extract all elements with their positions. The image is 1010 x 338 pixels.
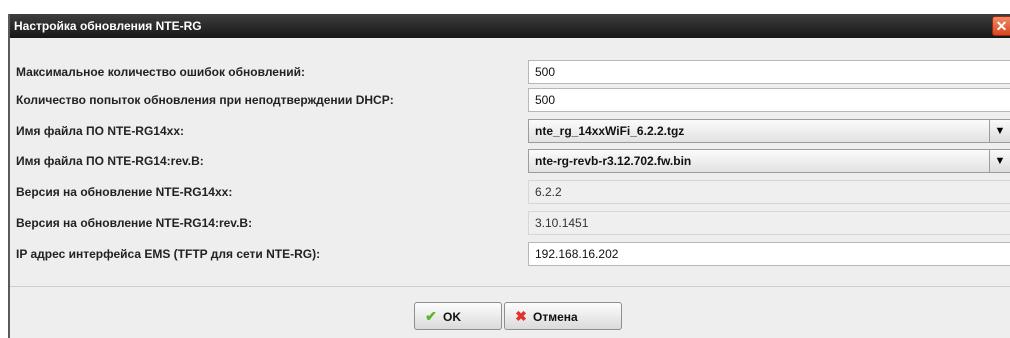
rg14revb-version-label: Версия на обновление NTE-RG14:rev.B:: [16, 216, 253, 230]
rg14xx-file-select[interactable]: nte_rg_14xxWiFi_6.2.2.tgz ▼: [528, 119, 1010, 143]
title-bar[interactable]: Настройка обновления NTE-RG ✕: [10, 14, 1010, 38]
rg14revb-file-label: Имя файла ПО NTE-RG14:rev.B:: [16, 154, 204, 168]
button-separator: [10, 286, 1010, 287]
form-row-rg14xx-file: Имя файла ПО NTE-RG14xx: nte_rg_14xxWiFi…: [10, 117, 1010, 145]
close-icon: ✕: [995, 18, 1008, 34]
cancel-button[interactable]: ✖ Отмена: [504, 302, 622, 330]
rg14revb-file-select[interactable]: nte-rg-revb-r3.12.702.fw.bin ▼: [528, 149, 1010, 173]
rg14xx-file-label: Имя файла ПО NTE-RG14xx:: [16, 124, 184, 138]
rg14revb-file-value: nte-rg-revb-r3.12.702.fw.bin: [535, 154, 692, 168]
form-row-rg14xx-version: Версия на обновление NTE-RG14xx: 6.2.2: [10, 178, 1010, 206]
form-row-rg14revb-version: Версия на обновление NTE-RG14:rev.B: 3.1…: [10, 209, 1010, 237]
chevron-down-icon[interactable]: ▼: [989, 150, 1010, 172]
chevron-down-icon[interactable]: ▼: [989, 120, 1010, 142]
dhcp-attempts-label: Количество попыток обновления при неподт…: [16, 93, 394, 107]
form-row-rg14revb-file: Имя файла ПО NTE-RG14:rev.B: nte-rg-revb…: [10, 147, 1010, 175]
max-errors-label: Максимальное количество ошибок обновлени…: [16, 65, 305, 79]
ems-ip-label: IP адрес интерфейса EMS (TFTP для сети N…: [16, 247, 321, 261]
rg14xx-version-field: 6.2.2: [528, 180, 1010, 204]
update-settings-dialog: Настройка обновления NTE-RG ✕ Максимальн…: [8, 14, 1010, 338]
ok-button[interactable]: ✔ OK: [414, 302, 502, 330]
rg14revb-version-field: 3.10.1451: [528, 211, 1010, 235]
window-title: Настройка обновления NTE-RG: [14, 19, 202, 33]
max-errors-input[interactable]: 500: [528, 60, 1010, 84]
form-row-max-errors: Максимальное количество ошибок обновлени…: [10, 58, 1010, 86]
cancel-button-label: Отмена: [533, 310, 578, 324]
close-button[interactable]: ✕: [992, 16, 1010, 36]
rg14xx-file-value: nte_rg_14xxWiFi_6.2.2.tgz: [535, 124, 685, 138]
rg14xx-version-label: Версия на обновление NTE-RG14xx:: [16, 185, 233, 199]
form-row-dhcp-attempts: Количество попыток обновления при неподт…: [10, 86, 1010, 114]
dhcp-attempts-input[interactable]: 500: [528, 88, 1010, 112]
ok-button-label: OK: [443, 310, 461, 324]
red-x-icon: ✖: [515, 308, 527, 324]
ems-ip-input[interactable]: 192.168.16.202: [528, 242, 1010, 266]
checkmark-icon: ✔: [425, 308, 437, 324]
form-row-ems-ip: IP адрес интерфейса EMS (TFTP для сети N…: [10, 240, 1010, 268]
